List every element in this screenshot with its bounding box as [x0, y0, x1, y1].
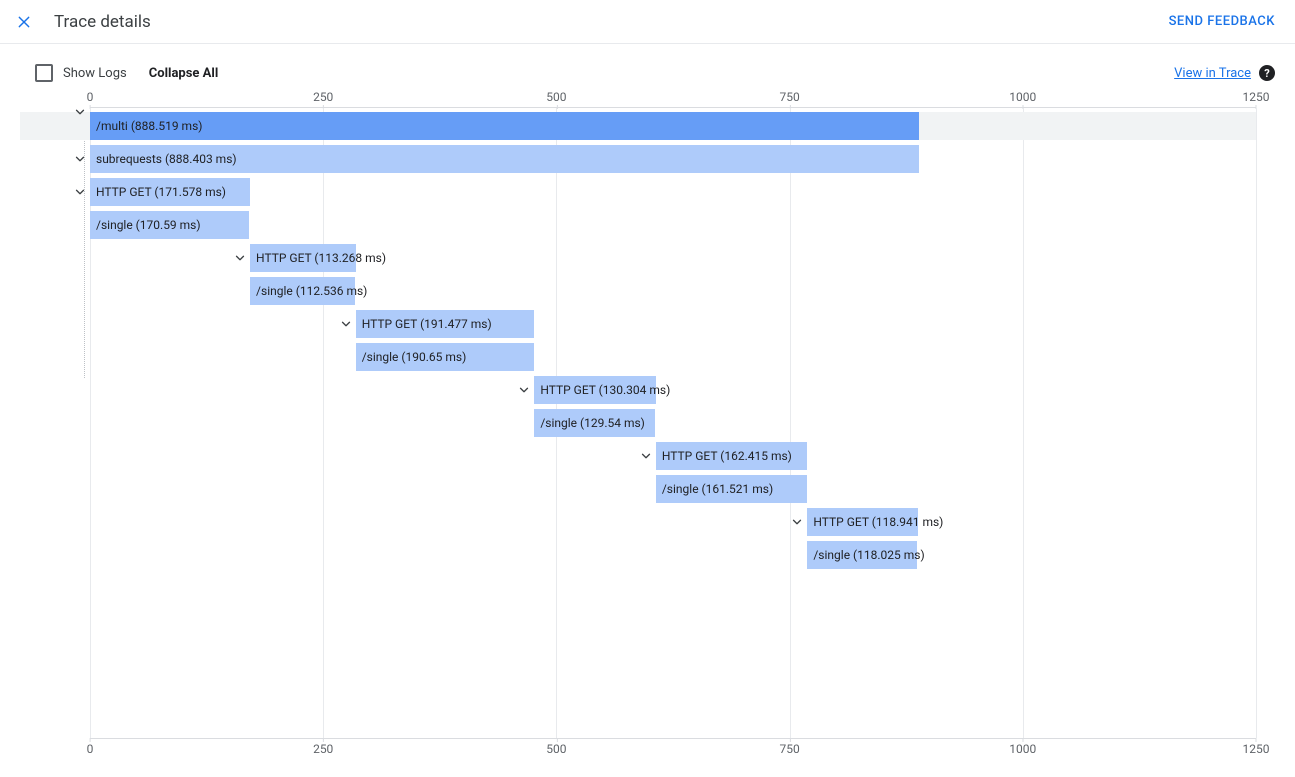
axis-tick: 0 — [87, 90, 94, 104]
span-row: HTTP GET (118.941 ms) — [90, 508, 1256, 536]
expand-toggle[interactable] — [232, 250, 248, 266]
span-row: HTTP GET (113.268 ms) — [90, 244, 1256, 272]
view-in-trace-link[interactable]: View in Trace — [1174, 66, 1251, 81]
show-logs-label: Show Logs — [63, 66, 127, 81]
axis-tick: 750 — [779, 742, 799, 756]
span-label: HTTP GET (118.941 ms) — [807, 515, 943, 529]
axis-tick: 500 — [546, 90, 566, 104]
axis-tick: 250 — [313, 90, 333, 104]
span-label: /single (112.536 ms) — [250, 284, 367, 298]
gridlines-spacer — [90, 578, 1256, 738]
page-title: Trace details — [54, 12, 151, 32]
span-row: /single (118.025 ms) — [90, 541, 1256, 569]
span-row: HTTP GET (191.477 ms) — [90, 310, 1256, 338]
axis-tick: 1000 — [1009, 90, 1036, 104]
toolbar: Show Logs Collapse All View in Trace ? — [0, 44, 1295, 90]
expand-toggle[interactable] — [72, 184, 88, 200]
span-row: HTTP GET (162.415 ms) — [90, 442, 1256, 470]
close-icon — [16, 14, 32, 30]
help-icon[interactable]: ? — [1259, 65, 1275, 81]
expand-toggle[interactable] — [638, 448, 654, 464]
axis-tick: 0 — [87, 742, 94, 756]
span-bar[interactable]: HTTP GET (130.304 ms) — [534, 376, 656, 404]
span-label: /single (129.54 ms) — [534, 416, 645, 430]
span-bar[interactable]: subrequests (888.403 ms) — [90, 145, 919, 173]
span-rows: /multi (888.519 ms) subrequests (888.403 … — [90, 108, 1256, 578]
axis-top: 025050075010001250 — [90, 90, 1256, 108]
span-row: /single (190.65 ms) — [90, 343, 1256, 371]
close-button[interactable] — [12, 10, 36, 34]
toolbar-left: Show Logs Collapse All — [35, 64, 218, 82]
chevron-down-icon — [339, 317, 353, 331]
span-label: HTTP GET (162.415 ms) — [656, 449, 792, 463]
span-row: /single (129.54 ms) — [90, 409, 1256, 437]
span-label: HTTP GET (191.477 ms) — [356, 317, 492, 331]
expand-toggle[interactable] — [72, 104, 88, 120]
span-row: HTTP GET (130.304 ms) — [90, 376, 1256, 404]
span-bar[interactable]: HTTP GET (171.578 ms) — [90, 178, 250, 206]
span-label: subrequests (888.403 ms) — [90, 152, 237, 166]
span-label: /single (190.65 ms) — [356, 350, 467, 364]
span-label: /multi (888.519 ms) — [90, 119, 202, 133]
trace-chart: 0 250 500 750 1000 1250 /multi (888.519 ms) su… — [20, 90, 1275, 756]
axis-tick: 1000 — [1009, 742, 1036, 756]
axis-tick: 250 — [313, 742, 333, 756]
axis-tick: 1250 — [1243, 742, 1270, 756]
span-bar[interactable]: /single (129.54 ms) — [534, 409, 655, 437]
span-label: HTTP GET (130.304 ms) — [534, 383, 670, 397]
span-label: /single (118.025 ms) — [807, 548, 924, 562]
span-label: HTTP GET (171.578 ms) — [90, 185, 226, 199]
span-bar[interactable]: /single (190.65 ms) — [356, 343, 534, 371]
span-bar[interactable]: /multi (888.519 ms) — [90, 112, 919, 140]
chevron-down-icon — [73, 185, 87, 199]
chevron-down-icon — [73, 105, 87, 119]
axis-bottom: 025050075010001250 — [90, 738, 1256, 756]
span-bar[interactable]: HTTP GET (162.415 ms) — [656, 442, 808, 470]
toolbar-right: View in Trace ? — [1174, 65, 1275, 81]
span-label: /single (161.521 ms) — [656, 482, 773, 496]
chevron-down-icon — [517, 383, 531, 397]
axis-tick: 500 — [546, 742, 566, 756]
span-bar[interactable]: /single (161.521 ms) — [656, 475, 807, 503]
span-row: HTTP GET (171.578 ms) — [90, 178, 1256, 206]
send-feedback-link[interactable]: SEND FEEDBACK — [1169, 14, 1275, 29]
chevron-down-icon — [639, 449, 653, 463]
chevron-down-icon — [790, 515, 804, 529]
span-label: /single (170.59 ms) — [90, 218, 201, 232]
show-logs-toggle[interactable]: Show Logs — [35, 64, 127, 82]
span-bar[interactable]: /single (118.025 ms) — [807, 541, 917, 569]
chart-spacer — [90, 578, 1256, 738]
expand-toggle[interactable] — [789, 514, 805, 530]
header: Trace details SEND FEEDBACK — [0, 0, 1295, 44]
header-left: Trace details — [12, 10, 151, 34]
span-bar[interactable]: /single (170.59 ms) — [90, 211, 249, 239]
span-label: HTTP GET (113.268 ms) — [250, 251, 386, 265]
span-bar[interactable]: /single (112.536 ms) — [250, 277, 355, 305]
span-bar[interactable]: HTTP GET (191.477 ms) — [356, 310, 535, 338]
axis-tick: 750 — [779, 90, 799, 104]
span-row: /single (161.521 ms) — [90, 475, 1256, 503]
span-row: /single (170.59 ms) — [90, 211, 1256, 239]
checkbox-icon — [35, 64, 53, 82]
span-row: subrequests (888.403 ms) — [90, 145, 1256, 173]
chevron-down-icon — [73, 152, 87, 166]
span-row: /multi (888.519 ms) — [20, 112, 1256, 140]
chevron-down-icon — [233, 251, 247, 265]
expand-toggle[interactable] — [516, 382, 532, 398]
expand-toggle[interactable] — [338, 316, 354, 332]
axis-tick: 1250 — [1243, 90, 1270, 104]
span-row: /single (112.536 ms) — [90, 277, 1256, 305]
span-bar[interactable]: HTTP GET (113.268 ms) — [250, 244, 356, 272]
span-bar[interactable]: HTTP GET (118.941 ms) — [807, 508, 918, 536]
expand-toggle[interactable] — [72, 151, 88, 167]
collapse-all-button[interactable]: Collapse All — [149, 66, 219, 81]
